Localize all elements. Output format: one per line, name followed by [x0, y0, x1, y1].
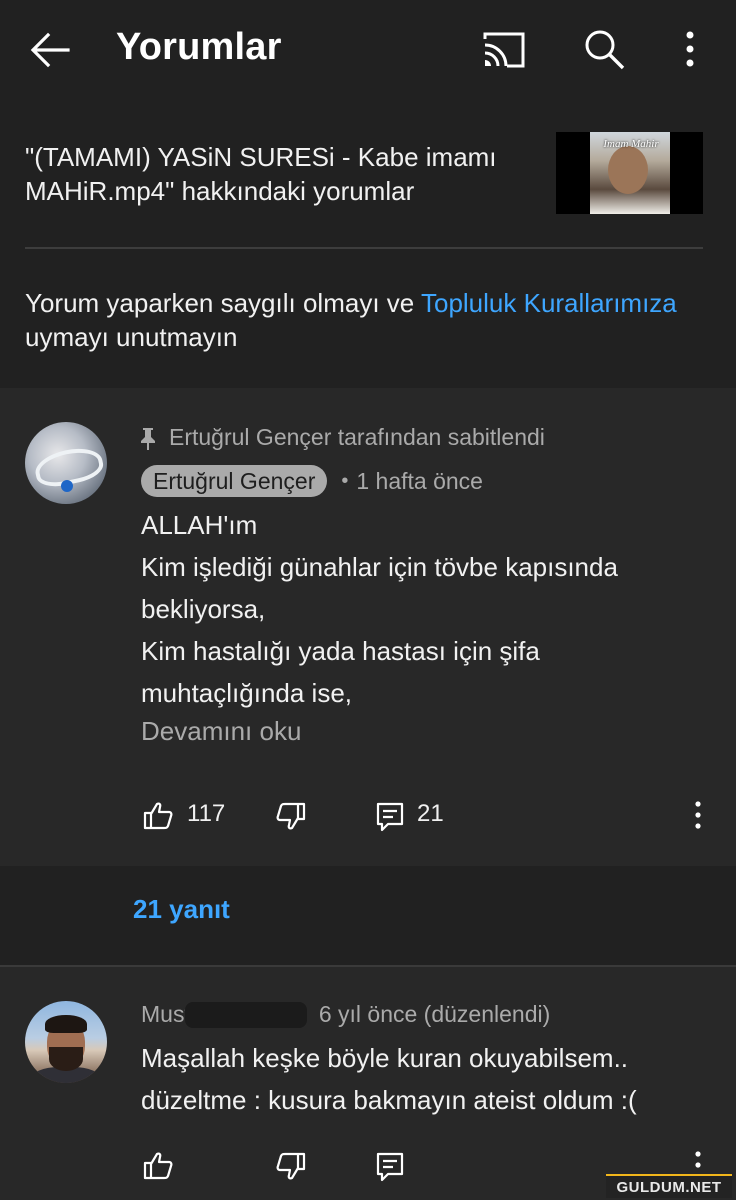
- avatar-drop: [61, 480, 73, 492]
- thumbs-up-icon[interactable]: [143, 1150, 173, 1180]
- comment-more-icon[interactable]: [690, 800, 706, 830]
- pin-icon: [141, 427, 155, 450]
- author-name[interactable]: Ertuğrul Gençer: [141, 465, 328, 497]
- comment-meta: Must 6 yıl önce (düzenlendi): [141, 1001, 550, 1028]
- guideline-prefix: Yorum yaparken saygılı olmayı ve: [25, 288, 421, 318]
- like-count: 117: [187, 800, 226, 827]
- search-icon[interactable]: [583, 28, 625, 70]
- author-name[interactable]: Must: [141, 1001, 191, 1028]
- comment: Must 6 yıl önce (düzenlendi) Maşallah ke…: [0, 967, 736, 1200]
- pinned-comment: Ertuğrul Gençer tarafından sabitlendi Er…: [0, 388, 736, 866]
- separator-dot: •: [341, 469, 349, 492]
- thumbs-up-icon[interactable]: [143, 800, 173, 830]
- read-more-link[interactable]: Devamını oku: [141, 716, 301, 747]
- avatar-hair: [45, 1015, 87, 1033]
- video-thumbnail[interactable]: Imam Mahir: [556, 132, 703, 214]
- back-arrow-icon[interactable]: [28, 28, 72, 72]
- comment-time: 6 yıl önce (düzenlendi): [318, 1001, 551, 1027]
- comment-text: ALLAH'ım Kim işlediği günahlar için tövb…: [141, 510, 618, 708]
- site-watermark: GULDUM.NET: [606, 1174, 732, 1198]
- avatar[interactable]: [25, 1001, 107, 1083]
- comments-header: "(TAMAMI) YASiN SURESi - Kabe imamı MAHi…: [0, 100, 736, 388]
- reply-comment-icon[interactable]: [376, 1152, 404, 1182]
- community-guidelines-notice: Yorum yaparken saygılı olmayı ve Toplulu…: [25, 286, 715, 354]
- cast-icon[interactable]: [481, 30, 527, 70]
- more-vert-icon[interactable]: [676, 28, 704, 72]
- thumbs-down-icon[interactable]: [276, 1152, 306, 1182]
- comment-time: 1 hafta önce: [356, 467, 483, 494]
- page-title: Yorumlar: [116, 26, 282, 68]
- pinned-label: Ertuğrul Gençer tarafından sabitlendi: [169, 424, 545, 450]
- redaction-box: [184, 1001, 307, 1028]
- avatar[interactable]: [25, 422, 107, 504]
- divider: [25, 247, 703, 249]
- comment-meta: Ertuğrul Gençer • 1 hafta önce: [141, 465, 483, 497]
- thumbnail-portrait: [608, 146, 648, 194]
- reply-comment-icon[interactable]: [376, 802, 404, 832]
- pinned-indicator: Ertuğrul Gençer tarafından sabitlendi: [139, 424, 545, 451]
- top-app-bar: Yorumlar: [0, 0, 736, 100]
- community-guidelines-link[interactable]: Topluluk Kurallarımıza: [421, 288, 677, 318]
- thumbs-down-icon[interactable]: [276, 802, 306, 832]
- replies-section: 21 yanıt: [0, 866, 736, 966]
- avatar-beard: [49, 1047, 83, 1071]
- video-title[interactable]: "(TAMAMI) YASiN SURESi - Kabe imamı MAHi…: [25, 140, 545, 208]
- comment-actions: 117 21: [0, 800, 736, 848]
- view-replies-link[interactable]: 21 yanıt: [133, 894, 230, 925]
- reply-count: 21: [417, 800, 444, 827]
- guideline-suffix: uymayı unutmayın: [25, 322, 238, 352]
- thumbnail-caption: Imam Mahir: [603, 138, 659, 150]
- comment-text: Maşallah keşke böyle kuran okuyabilsem..…: [141, 1043, 637, 1115]
- thumbnail-image: Imam Mahir: [590, 132, 670, 214]
